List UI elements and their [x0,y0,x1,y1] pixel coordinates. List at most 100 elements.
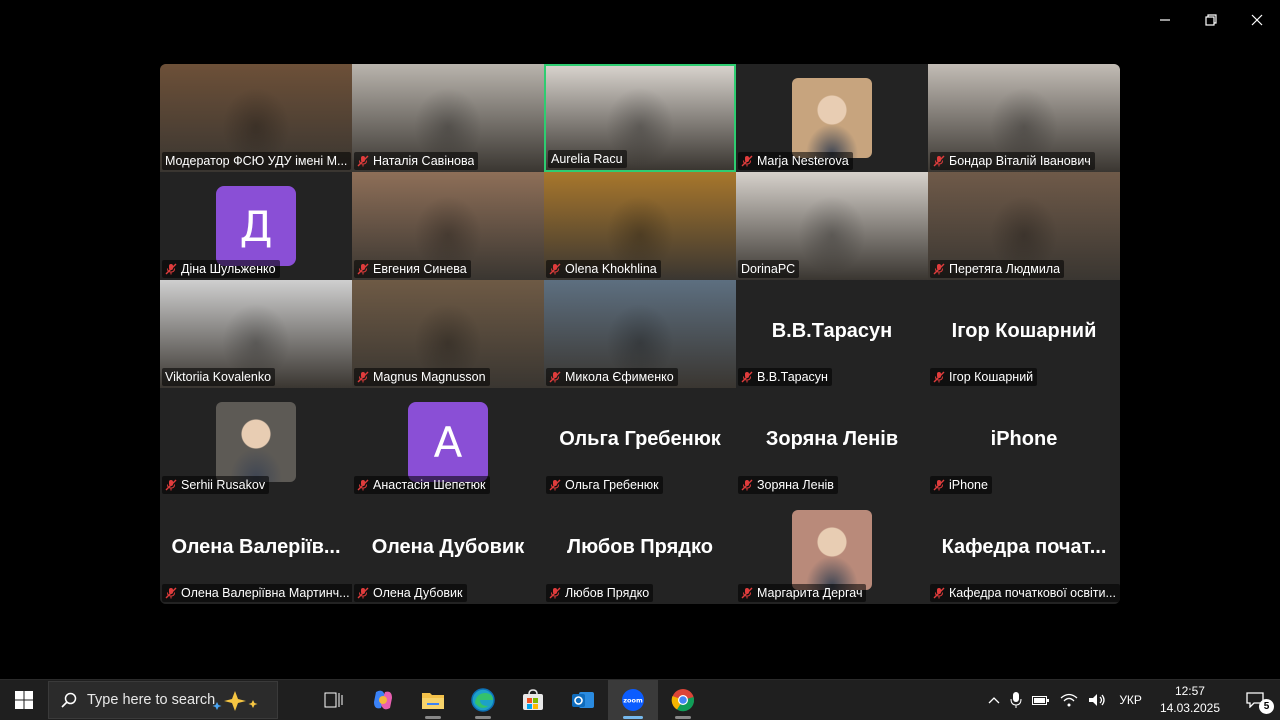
participant-tile[interactable]: Viktoriia Kovalenko [160,280,352,388]
clock[interactable]: 12:57 14.03.2025 [1150,680,1230,720]
participant-tile[interactable]: Ольга Гребенюк Ольга Гребенюк [544,388,736,496]
participant-tile[interactable]: Д Діна Шульженко [160,172,352,280]
participant-name-label: Маргарита Дергач [738,584,867,602]
taskbar-edge-button[interactable] [458,680,508,720]
participant-tile[interactable]: Зоряна Ленів Зоряна Ленів [736,388,928,496]
restore-icon [1205,14,1217,26]
participant-tile[interactable]: Serhii Rusakov [160,388,352,496]
participant-display-name: iPhone [990,428,1058,450]
taskbar-copilot-button[interactable] [358,680,408,720]
participant-tile[interactable]: Микола Єфименко [544,280,736,388]
participant-tile[interactable]: Евгения Синева [352,172,544,280]
taskbar-microsoft-store-button[interactable] [508,680,558,720]
participant-display-name: В.В.Тарасун [771,320,893,342]
notifications-button[interactable]: 5 [1230,680,1280,720]
microphone-tray-button[interactable] [1005,680,1027,720]
participant-name: Aurelia Racu [551,152,623,166]
svg-text:zoom: zoom [623,697,643,705]
muted-mic-icon [933,479,945,491]
participant-name: Модератор ФСЮ УДУ імені М... [165,154,348,168]
system-tray: УКР 12:57 14.03.2025 5 [983,680,1280,720]
participant-tile[interactable]: Marja Nesterova [736,64,928,172]
participant-name-label: Ольга Гребенюк [546,476,663,494]
participant-name: Ігор Кошарний [949,370,1034,384]
participant-tile[interactable]: iPhone iPhone [928,388,1120,496]
participant-tile[interactable]: Олена Валеріїв... Олена Валеріївна Мартин… [160,496,352,604]
muted-mic-icon [165,479,177,491]
minimize-button[interactable] [1142,0,1188,40]
participant-avatar-initial: А [408,402,488,482]
start-button[interactable] [0,680,48,720]
participant-name-label: Модератор ФСЮ УДУ імені М... [162,152,352,170]
notification-count-badge: 5 [1259,699,1274,714]
participant-tile[interactable]: Aurelia Racu [544,64,736,172]
muted-mic-icon [549,371,561,383]
taskbar-outlook-button[interactable] [558,680,608,720]
muted-mic-icon [357,587,369,599]
participant-name: Зоряна Ленів [757,478,834,492]
search-placeholder: Type here to search [87,692,216,708]
participant-tile[interactable]: Олена Дубовик Олена Дубовик [352,496,544,604]
participant-profile-photo [216,402,296,482]
participant-tile[interactable]: В.В.Тарасун В.В.Тарасун [736,280,928,388]
participant-name: Діна Шульженко [181,262,276,276]
microphone-icon [1010,692,1022,708]
input-language[interactable]: УКР [1111,680,1150,720]
muted-mic-icon [549,587,561,599]
participant-name: Евгения Синева [373,262,467,276]
muted-mic-icon [741,371,753,383]
battery-tray-button[interactable] [1027,680,1055,720]
taskbar-chrome-button[interactable] [658,680,708,720]
file-explorer-icon [421,690,445,710]
participant-name: DorinaPC [741,262,796,276]
participant-name-label: Зоряна Ленів [738,476,838,494]
close-icon [1251,14,1263,26]
participant-name-label: Magnus Magnusson [354,368,490,386]
participant-name-label: Микола Єфименко [546,368,678,386]
participant-tile[interactable]: Любов Прядко Любов Прядко [544,496,736,604]
participant-tile[interactable]: Magnus Magnusson [352,280,544,388]
taskbar-zoom-button[interactable]: zoom [608,680,658,720]
participant-name-label: iPhone [930,476,992,494]
taskbar-file-explorer-button[interactable] [408,680,458,720]
participant-tile[interactable]: Olena Khokhlina [544,172,736,280]
show-hidden-icons-button[interactable] [983,680,1005,720]
participant-name: Любов Прядко [565,586,650,600]
taskbar-search-box[interactable]: Type here to search [48,681,278,719]
participant-tile[interactable]: А Анастасія Шепетюк [352,388,544,496]
muted-mic-icon [165,263,177,275]
participant-profile-photo [792,510,872,590]
participant-name-label: Любов Прядко [546,584,654,602]
restore-button[interactable] [1188,0,1234,40]
network-tray-button[interactable] [1055,680,1083,720]
participant-tile[interactable]: Модератор ФСЮ УДУ імені М... [160,64,352,172]
participant-name-label: Анастасія Шепетюк [354,476,490,494]
participant-tile[interactable]: Маргарита Дергач [736,496,928,604]
participant-display-name: Зоряна Ленів [765,428,899,450]
muted-mic-icon [357,479,369,491]
muted-mic-icon [933,263,945,275]
close-button[interactable] [1234,0,1280,40]
chevron-up-icon [988,697,1000,704]
participant-display-name: Олена Дубовик [371,536,525,558]
participant-name-label: Serhii Rusakov [162,476,270,494]
participant-tile[interactable]: DorinaPC [736,172,928,280]
copilot-icon [371,688,395,712]
participant-name-label: Бондар Віталій Іванович [930,152,1095,170]
taskbar-task-view-button[interactable] [308,680,358,720]
participant-tile[interactable]: Бондар Віталій Іванович [928,64,1120,172]
participant-tile[interactable]: Ігор Кошарний Ігор Кошарний [928,280,1120,388]
participant-tile[interactable]: Перетяга Людмила [928,172,1120,280]
search-highlight-sparkle-icon [212,691,258,711]
windows-logo-icon [15,691,33,709]
participant-tile[interactable]: Наталія Савінова [352,64,544,172]
participant-name-label: Діна Шульженко [162,260,280,278]
edge-icon [471,688,495,712]
participant-tile[interactable]: Кафедра почат... Кафедра початкової освіт… [928,496,1120,604]
participant-name-label: Ігор Кошарний [930,368,1038,386]
volume-tray-button[interactable] [1083,680,1111,720]
participant-name-label: В.В.Тарасун [738,368,832,386]
participant-name: Olena Khokhlina [565,262,657,276]
muted-mic-icon [933,371,945,383]
search-icon [61,692,77,708]
